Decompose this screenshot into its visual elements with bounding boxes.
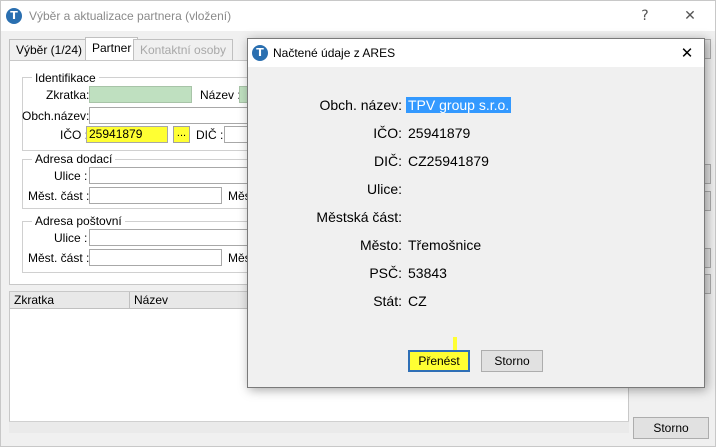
grid-header-nazev[interactable]: Název xyxy=(130,292,250,309)
transfer-button[interactable]: Přenést xyxy=(408,350,470,372)
row-label-ulice: Ulice: xyxy=(366,181,402,197)
row-label-stat: Stát: xyxy=(373,293,402,309)
window-title: Výběr a aktualizace partnera (vložení) xyxy=(29,9,232,23)
ulice-input[interactable] xyxy=(89,167,251,184)
ico-input[interactable]: 25941879 xyxy=(86,126,168,143)
dic-label: DIČ : xyxy=(196,128,224,142)
zkratka-label: Zkratka: xyxy=(46,88,90,102)
dialog-title: Načtené údaje z ARES xyxy=(273,46,396,60)
row-value-psc: 53843 xyxy=(408,265,447,281)
row-value-mesto: Třemošnice xyxy=(408,237,482,253)
identification-legend: Identifikace xyxy=(32,71,99,85)
help-button[interactable]: ? xyxy=(631,5,659,27)
zkratka-input[interactable] xyxy=(89,86,192,103)
row-label-dic: DIČ: xyxy=(374,153,402,169)
adresa-postovni-legend: Adresa poštovní xyxy=(32,214,125,228)
tab-vyber[interactable]: Výběr (1/24) xyxy=(9,39,90,61)
row-label-psc: PSČ: xyxy=(369,265,402,281)
row-value-obch-nazev[interactable]: TPV group s.r.o. xyxy=(406,97,512,113)
window-close-button[interactable]: ✕ xyxy=(676,5,704,27)
tab-partner[interactable]: Partner xyxy=(85,37,139,61)
ulice-label: Ulice : xyxy=(54,169,88,183)
row-label-mestska-cast: Městská část: xyxy=(316,209,402,225)
row-label-mesto: Město: xyxy=(359,237,402,253)
grid-horizontal-scrollbar[interactable] xyxy=(9,421,629,433)
grid-header-zkratka[interactable]: Zkratka xyxy=(10,292,130,309)
nazev-label: Název : xyxy=(200,88,241,102)
obch-nazev-label: Obch.název: xyxy=(22,109,90,123)
dialog-title-bar: T Načtené údaje z ARES ✕ xyxy=(248,39,704,67)
row-label-obch-nazev: Obch. název: xyxy=(319,97,403,113)
mest-cast2-input[interactable] xyxy=(89,249,222,266)
mest-cast-label: Měst. část : xyxy=(28,189,90,203)
ulice2-input[interactable] xyxy=(89,229,251,246)
ulice2-label: Ulice : xyxy=(54,231,88,245)
row-label-ico: IČO: xyxy=(373,125,402,141)
main-title-bar: T Výběr a aktualizace partnera (vložení)… xyxy=(1,1,715,31)
row-value-dic: CZ25941879 xyxy=(408,153,489,169)
adresa-dodaci-legend: Adresa dodací xyxy=(32,152,116,166)
dialog-close-button[interactable]: ✕ xyxy=(676,42,698,64)
storno-button[interactable]: Storno xyxy=(633,417,709,439)
app-logo-icon: T xyxy=(6,8,22,24)
row-value-stat: CZ xyxy=(408,293,427,309)
dialog-cancel-button[interactable]: Storno xyxy=(481,350,543,372)
dialog-logo-icon: T xyxy=(252,45,268,61)
obch-nazev-input[interactable] xyxy=(89,107,249,124)
row-value-ico: 25941879 xyxy=(408,125,471,141)
ares-dialog: T Načtené údaje z ARES ✕ Obch. název: TP… xyxy=(247,38,705,388)
ares-lookup-button[interactable]: ... xyxy=(173,126,190,143)
tab-kontaktni-osoby: Kontaktní osoby xyxy=(133,39,234,61)
mest-cast2-label: Měst. část : xyxy=(28,251,90,265)
ico-label: IČO : xyxy=(60,128,89,142)
mest-cast-input[interactable] xyxy=(89,187,222,204)
